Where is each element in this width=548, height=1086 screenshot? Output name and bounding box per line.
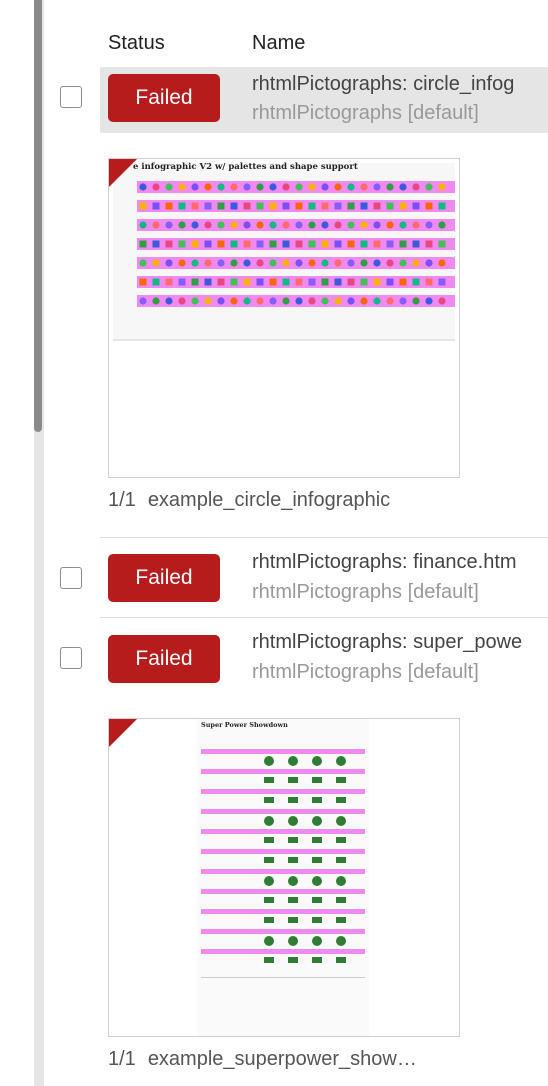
snapshot-image	[109, 719, 459, 1036]
snapshot-caption: 1/1 example_superpower_show…	[108, 1048, 417, 1071]
test-suite: rhtmlPictographs [default]	[252, 102, 479, 124]
status-column-header[interactable]: Status	[108, 32, 165, 55]
row-checkbox[interactable]	[60, 647, 82, 669]
row-divider	[100, 537, 548, 538]
test-name[interactable]: rhtmlPictographs: circle_infog	[252, 73, 514, 96]
test-name[interactable]: rhtmlPictographs: finance.htm	[252, 551, 517, 574]
row-divider	[100, 617, 548, 618]
name-column-header[interactable]: Name	[252, 32, 305, 55]
test-suite: rhtmlPictographs [default]	[252, 661, 479, 683]
snapshot-label[interactable]: example_superpower_show…	[148, 1048, 417, 1070]
snapshot-caption: 1/1 example_circle_infographic	[108, 489, 390, 512]
status-badge: Failed	[108, 635, 220, 683]
status-badge: Failed	[108, 554, 220, 602]
row-checkbox[interactable]	[60, 86, 82, 108]
snapshot-label[interactable]: example_circle_infographic	[148, 489, 390, 511]
test-suite: rhtmlPictographs [default]	[252, 581, 479, 603]
row-checkbox[interactable]	[60, 567, 82, 589]
failed-corner-marker	[109, 719, 137, 747]
snapshot-thumbnail[interactable]: Super Power Showdown	[108, 718, 460, 1037]
snapshot-counter: 1/1	[108, 489, 136, 511]
test-name[interactable]: rhtmlPictographs: super_powe	[252, 631, 522, 654]
snapshot-thumbnail[interactable]: e infographic V2 w/ palettes and shape s…	[108, 158, 460, 478]
status-badge: Failed	[108, 74, 220, 122]
scrollbar-thumb[interactable]	[34, 0, 42, 432]
snapshot-title: e infographic V2 w/ palettes and shape s…	[133, 162, 358, 172]
snapshot-image	[109, 159, 459, 477]
snapshot-title: Super Power Showdown	[201, 721, 288, 729]
snapshot-counter: 1/1	[108, 1048, 136, 1070]
